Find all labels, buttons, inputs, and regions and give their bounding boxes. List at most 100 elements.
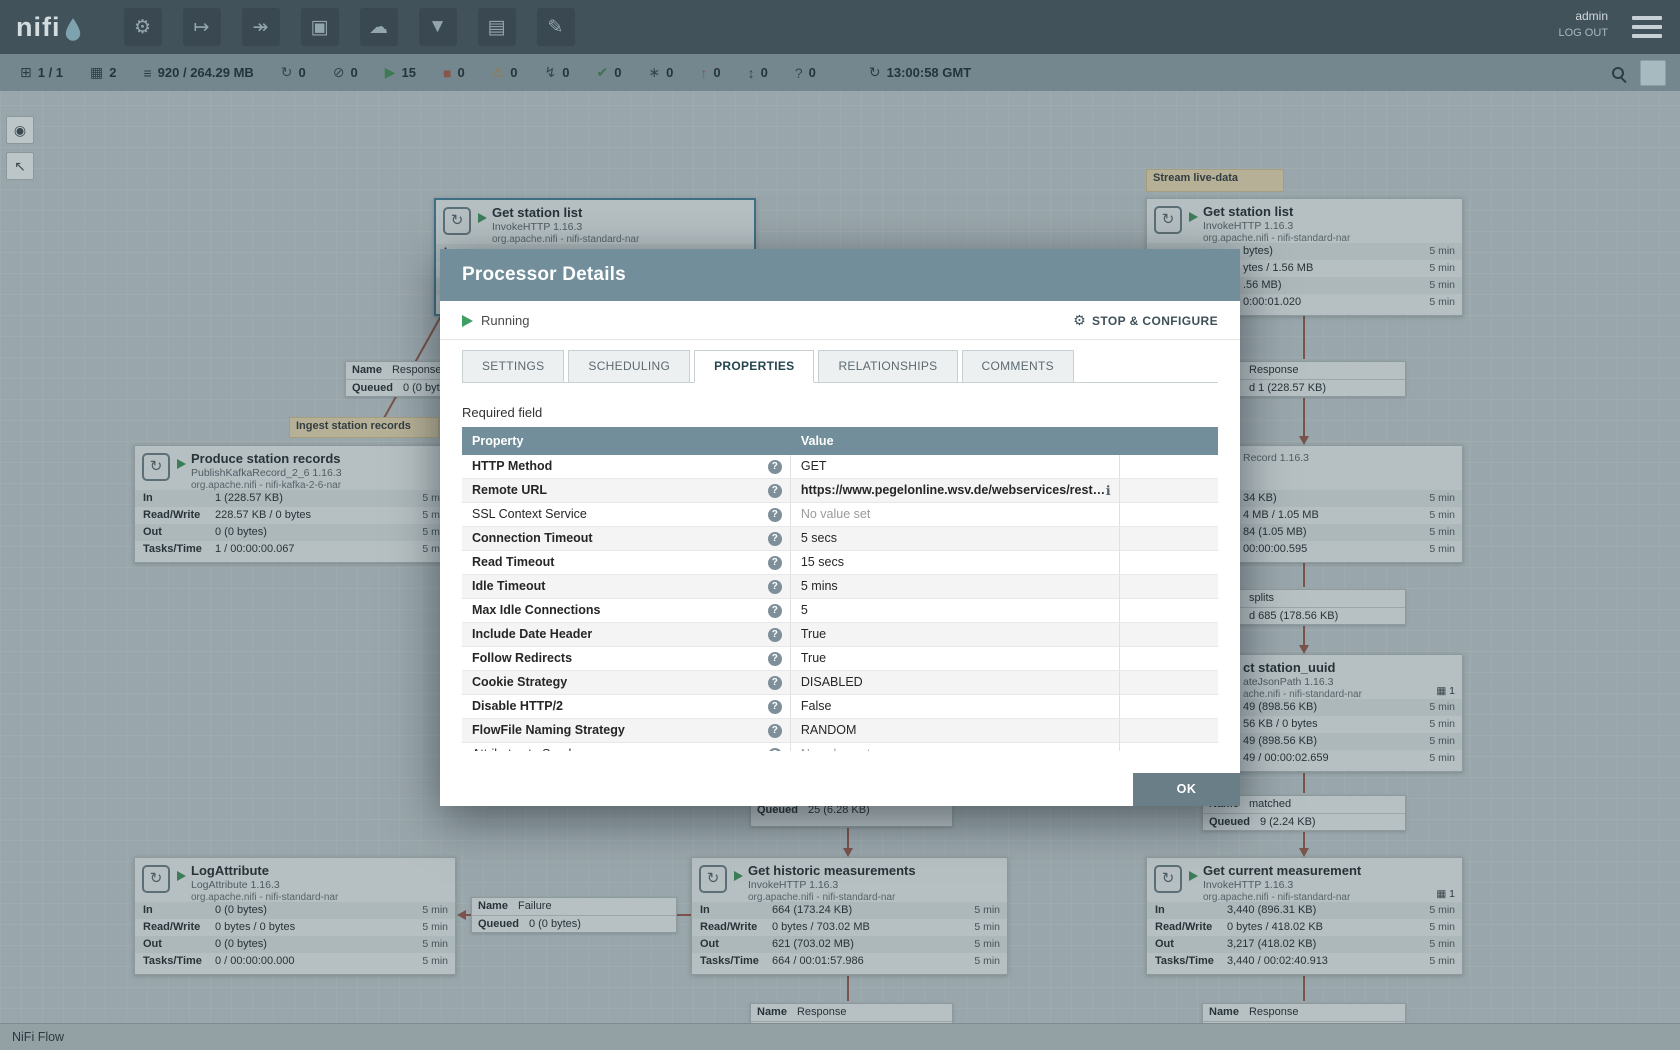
property-value-cell[interactable]: GET: [791, 455, 1120, 478]
property-value-cell[interactable]: RANDOM: [791, 719, 1120, 742]
stat-value: 0 bytes / 418.02 KB: [1227, 919, 1323, 936]
tab-comments[interactable]: COMMENTS: [962, 350, 1074, 382]
template-icon: ▤: [488, 16, 506, 39]
stat-window: 5 min: [1429, 243, 1455, 260]
property-value-cell[interactable]: False: [791, 695, 1120, 718]
logout-link[interactable]: LOG OUT: [1558, 27, 1608, 39]
property-name: Disable HTTP/2: [472, 695, 563, 718]
property-value-cell[interactable]: No value set: [791, 743, 1120, 751]
property-value-cell[interactable]: 5: [791, 599, 1120, 622]
search-icon[interactable]: [1612, 67, 1624, 79]
status-running-count: 15: [402, 65, 416, 80]
running-icon: [478, 213, 487, 223]
property-value-cell[interactable]: True: [791, 647, 1120, 670]
running-icon: ▶: [385, 64, 396, 81]
property-name: SSL Context Service: [472, 503, 587, 526]
process-group-tool-button[interactable]: ▣: [301, 8, 339, 46]
property-name-cell: HTTP Method?: [462, 455, 791, 478]
stat-window: 5 min: [422, 936, 448, 953]
stat-row: Out3,217 (418.02 KB)5 min: [1147, 936, 1462, 953]
output-port-tool-button[interactable]: ↠: [242, 8, 280, 46]
status-active-threads-count: 2: [109, 65, 116, 80]
property-name-cell: Read Timeout?: [462, 551, 791, 574]
breadcrumb[interactable]: NiFi Flow: [0, 1023, 1680, 1050]
property-name-cell: Follow Redirects?: [462, 647, 791, 670]
status-bar-items: ⊞1 / 1▦2≡920 / 264.29 MB↻0⊘0▶15■0⚠0↯0✔0∗…: [20, 64, 843, 81]
property-name-cell: Connection Timeout?: [462, 527, 791, 550]
ok-button[interactable]: OK: [1133, 773, 1240, 806]
active-threads-badge: ▦ 1: [1436, 888, 1455, 900]
processor-type: Record 1.16.3: [1243, 452, 1458, 464]
active-threads-badge: ▦ 1: [1436, 685, 1455, 697]
processor-titles: ct station_uuidateJsonPath 1.16.3ache.ni…: [1243, 660, 1458, 700]
property-value-cell[interactable]: 15 secs: [791, 551, 1120, 574]
dialog-title: Processor Details: [440, 249, 1240, 301]
refresh-icon[interactable]: ↻: [869, 64, 881, 81]
property-value-cell[interactable]: DISABLED: [791, 671, 1120, 694]
stop-and-configure-button[interactable]: ⚙ STOP & CONFIGURE: [1073, 312, 1218, 329]
input-port-tool-button[interactable]: ↦: [183, 8, 221, 46]
label-stream-live-data[interactable]: Stream live-data: [1146, 169, 1284, 192]
processor-titles: Get current measurementInvokeHTTP 1.16.3…: [1203, 863, 1458, 903]
processor-logattribute[interactable]: ↻LogAttributeLogAttribute 1.16.3org.apac…: [134, 857, 456, 975]
stat-value: 621 (703.02 MB): [772, 936, 854, 953]
stat-window: 5 min: [422, 919, 448, 936]
tab-relationships[interactable]: RELATIONSHIPS: [818, 350, 957, 382]
status-connected-nodes: ⊞1 / 1: [20, 64, 63, 81]
tab-properties[interactable]: PROPERTIES: [694, 350, 814, 383]
tab-scheduling[interactable]: SCHEDULING: [568, 350, 690, 382]
stat-label: Tasks/Time: [1155, 953, 1214, 970]
property-row: Attributes to Send?No value set: [462, 743, 1218, 751]
connection-field-label: Name: [352, 364, 382, 376]
stat-row: Tasks/Time1 / 00:00:00.0675 min: [135, 541, 455, 558]
status-invalid: ⚠0: [492, 64, 518, 81]
processor-produce-station-records[interactable]: ↻Produce station recordsPublishKafkaReco…: [134, 445, 456, 563]
processor-header: ↻LogAttributeLogAttribute 1.16.3org.apac…: [135, 858, 455, 902]
processor-type: LogAttribute 1.16.3: [191, 879, 451, 891]
stat-label: Read/Write: [143, 507, 200, 524]
property-value-cell[interactable]: 5 mins: [791, 575, 1120, 598]
property-value: 5: [801, 599, 808, 622]
property-value-cell[interactable]: 5 secs: [791, 527, 1120, 550]
stat-value: bytes): [1243, 243, 1273, 260]
help-icon: ?: [768, 556, 782, 570]
operate-palette-button[interactable]: ↖: [6, 152, 34, 180]
processor-type: InvokeHTTP 1.16.3: [748, 879, 1003, 891]
connection-field-value: Response: [1249, 1006, 1299, 1018]
property-name: FlowFile Naming Strategy: [472, 719, 625, 742]
property-value: 5 secs: [801, 527, 837, 550]
template-tool-button[interactable]: ▤: [478, 8, 516, 46]
stat-window: 5 min: [974, 953, 1000, 970]
property-value-cell[interactable]: https://www.pegelonline.wsv.de/webservic…: [791, 479, 1120, 502]
help-icon: ?: [768, 484, 782, 498]
processor-name: ct station_uuid: [1243, 660, 1458, 675]
remote-process-group-tool-button[interactable]: ☁: [360, 8, 398, 46]
processor-name: Get station list: [492, 205, 750, 220]
status-disabled-count: 0: [562, 65, 569, 80]
processor-get-current-measurement[interactable]: ↻Get current measurementInvokeHTTP 1.16.…: [1146, 857, 1463, 975]
connection-failure[interactable]: NameFailureQueued0 (0 bytes): [471, 897, 677, 933]
stat-window: 5 min: [1429, 750, 1455, 767]
processor-tool-button[interactable]: ⚙: [124, 8, 162, 46]
current-user: admin: [1558, 9, 1608, 23]
tab-settings[interactable]: SETTINGS: [462, 350, 564, 382]
property-value-cell[interactable]: No value set: [791, 503, 1120, 526]
processor-header: ↻Get station listInvokeHTTP 1.16.3org.ap…: [1147, 199, 1462, 243]
label-ingest-station-records[interactable]: Ingest station records: [289, 417, 439, 438]
navigate-palette-button[interactable]: ◉: [6, 116, 34, 144]
property-name: Remote URL: [472, 479, 547, 502]
global-menu-button[interactable]: [1632, 16, 1662, 38]
required-field-hint: Required field: [462, 405, 542, 420]
property-value-cell[interactable]: True: [791, 623, 1120, 646]
connection-text: splits: [1249, 592, 1274, 604]
properties-table-rows: HTTP Method?GET Remote URL? https://www.pe…: [462, 455, 1218, 751]
search-panel-button[interactable]: [1640, 60, 1666, 86]
processor-get-historic-measurements[interactable]: ↻Get historic measurementsInvokeHTTP 1.1…: [691, 857, 1008, 975]
transmitting-icon: ↻: [281, 64, 293, 81]
property-value: https://www.pegelonline.wsv.de/webservic…: [801, 479, 1106, 502]
funnel-tool-button[interactable]: ▼: [419, 8, 457, 46]
label-tool-button[interactable]: ✎: [537, 8, 575, 46]
property-name-cell: SSL Context Service?: [462, 503, 791, 526]
processor-type: InvokeHTTP 1.16.3: [492, 221, 750, 233]
stat-value: 0:00:01.020: [1243, 294, 1301, 311]
